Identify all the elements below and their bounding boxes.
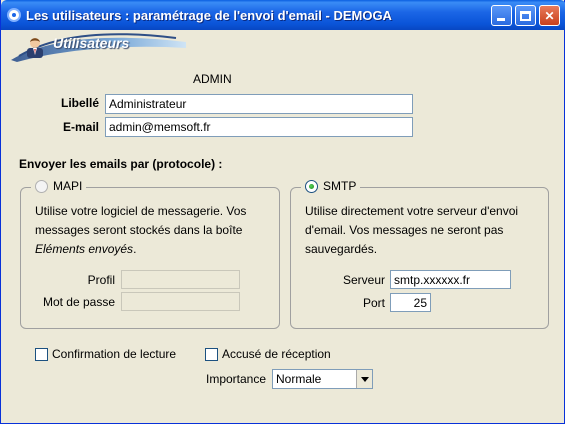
- mapi-desc-line1: Utilise votre logiciel de messagerie. Vo…: [35, 204, 247, 218]
- mapi-radio[interactable]: [35, 179, 48, 193]
- user-code: ADMIN: [193, 72, 232, 86]
- server-field[interactable]: smtp.xxxxxx.fr: [390, 270, 511, 289]
- server-label: Serveur: [342, 273, 385, 287]
- smtp-desc-line2: d'email. Vos messages ne seront pas: [305, 223, 504, 237]
- read-receipt-checkbox[interactable]: [35, 348, 48, 361]
- maximize-button[interactable]: [515, 5, 536, 26]
- email-label: E-mail: [62, 120, 99, 134]
- libelle-field[interactable]: Administrateur: [105, 94, 413, 114]
- minimize-button[interactable]: [491, 5, 512, 26]
- mapi-desc-line3-end: .: [133, 242, 137, 256]
- smtp-desc-line3: sauvegardés.: [305, 242, 378, 256]
- delivery-receipt-label[interactable]: Accusé de réception: [222, 347, 331, 361]
- profil-field[interactable]: [121, 270, 240, 289]
- mapi-desc-line2: messages seront stockés dans la boîte: [35, 223, 243, 237]
- importance-value: Normale: [276, 372, 322, 386]
- smtp-description: Utilise directement votre serveur d'envo…: [305, 202, 545, 259]
- minimize-icon: [497, 18, 505, 21]
- email-settings-window: Les utilisateurs : paramétrage de l'envo…: [0, 0, 565, 424]
- protocol-section-title: Envoyer les emails par (protocole) :: [19, 157, 223, 171]
- mapi-group: MAPI Utilise votre logiciel de messageri…: [20, 179, 280, 329]
- section-banner: Utilisateurs: [11, 32, 186, 62]
- libelle-label: Libellé: [60, 96, 99, 110]
- mapi-radio-option[interactable]: MAPI: [31, 179, 87, 193]
- smtp-radio-option[interactable]: SMTP: [301, 179, 361, 193]
- mapi-desc-line3: Eléments envoyés.: [35, 240, 275, 259]
- mapi-desc-sent-folder: Eléments envoyés: [35, 242, 134, 256]
- title-bar[interactable]: Les utilisateurs : paramétrage de l'envo…: [1, 0, 565, 30]
- delivery-receipt-checkbox[interactable]: [205, 348, 218, 361]
- close-icon: ✕: [544, 8, 555, 23]
- mapi-description: Utilise votre logiciel de messagerie. Vo…: [35, 202, 275, 259]
- password-label: Mot de passe: [42, 295, 115, 309]
- maximize-icon: [520, 10, 531, 21]
- importance-label: Importance: [206, 372, 267, 386]
- user-avatar-icon: [27, 38, 43, 58]
- port-field[interactable]: 25: [390, 293, 431, 312]
- window-title: Les utilisateurs : paramétrage de l'envo…: [26, 8, 392, 23]
- mapi-label: MAPI: [53, 179, 83, 193]
- port-label: Port: [362, 296, 385, 310]
- smtp-radio[interactable]: [305, 179, 318, 193]
- profil-label: Profil: [87, 273, 115, 287]
- email-field[interactable]: admin@memsoft.fr: [105, 117, 413, 137]
- close-button[interactable]: ✕: [539, 5, 560, 26]
- banner-title: Utilisateurs: [53, 35, 130, 51]
- smtp-desc-line1: Utilise directement votre serveur d'envo…: [305, 204, 519, 218]
- read-receipt-label[interactable]: Confirmation de lecture: [52, 347, 176, 361]
- app-icon: [7, 8, 21, 22]
- smtp-label: SMTP: [323, 179, 357, 193]
- importance-select[interactable]: Normale: [272, 369, 373, 389]
- smtp-group: SMTP Utilise directement votre serveur d…: [290, 179, 549, 329]
- password-field[interactable]: [121, 292, 240, 311]
- chevron-down-icon[interactable]: [356, 370, 372, 388]
